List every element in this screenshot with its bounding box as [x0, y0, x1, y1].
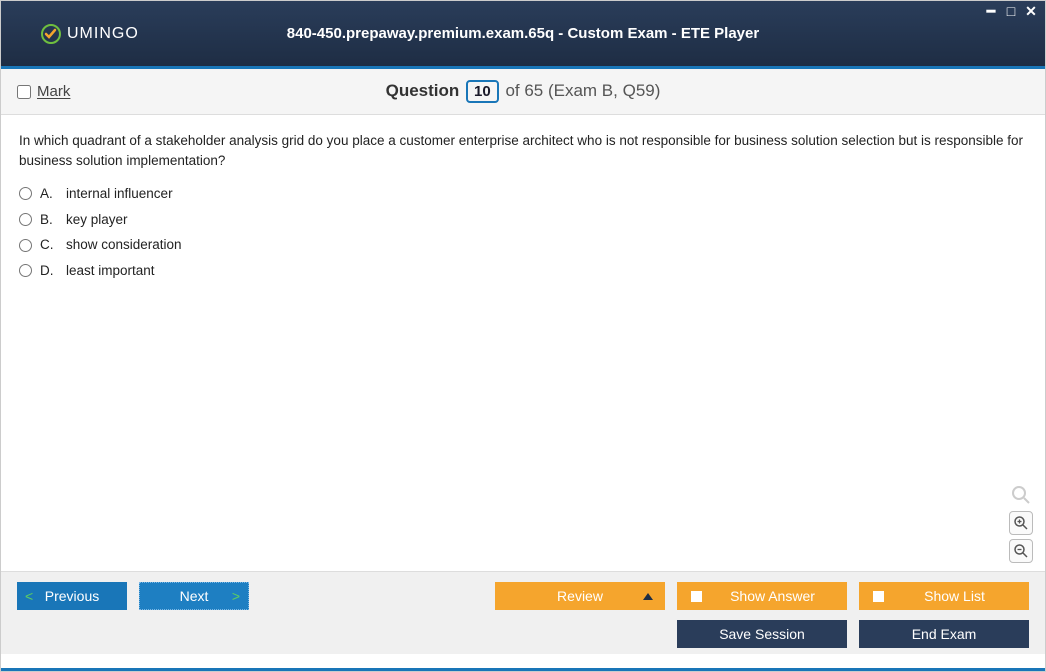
save-session-button[interactable]: Save Session [677, 620, 847, 648]
question-text: In which quadrant of a stakeholder analy… [19, 131, 1027, 170]
chevron-left-icon: < [25, 588, 33, 604]
question-number: 10 [466, 80, 499, 103]
option-b[interactable]: B. key player [19, 210, 1027, 230]
option-c-radio[interactable] [19, 239, 32, 252]
question-of-text: of 65 (Exam B, Q59) [505, 81, 660, 100]
option-a[interactable]: A. internal influencer [19, 184, 1027, 204]
question-indicator: Question 10 of 65 (Exam B, Q59) [1, 80, 1045, 103]
option-text: least important [66, 261, 155, 281]
zoom-controls [1009, 483, 1033, 563]
footer: < Previous Next > Review Show Answer Sho… [1, 571, 1045, 654]
review-button[interactable]: Review [495, 582, 665, 610]
maximize-icon[interactable]: □ [1003, 3, 1019, 20]
window-title: 840-450.prepaway.premium.exam.65q - Cust… [1, 25, 1045, 42]
zoom-out-icon[interactable] [1009, 539, 1033, 563]
option-letter: D. [40, 261, 58, 281]
option-c[interactable]: C. show consideration [19, 235, 1027, 255]
close-icon[interactable]: ✕ [1023, 3, 1039, 20]
option-d-radio[interactable] [19, 264, 32, 277]
next-button[interactable]: Next > [139, 582, 249, 610]
mark-mnemonic: M [37, 83, 50, 100]
option-letter: A. [40, 184, 58, 204]
show-answer-button[interactable]: Show Answer [677, 582, 847, 610]
show-list-button[interactable]: Show List [859, 582, 1029, 610]
footer-row-2: Save Session End Exam [17, 620, 1029, 648]
options-list: A. internal influencer B. key player C. … [19, 184, 1027, 280]
option-letter: C. [40, 235, 58, 255]
title-bar: ━ □ ✕ UMINGO 840-450.prepaway.premium.ex… [1, 1, 1045, 69]
minimize-icon[interactable]: ━ [983, 3, 999, 20]
option-letter: B. [40, 210, 58, 230]
option-text: key player [66, 210, 128, 230]
save-session-label: Save Session [719, 626, 805, 642]
option-a-radio[interactable] [19, 187, 32, 200]
footer-row-1: < Previous Next > Review Show Answer Sho… [17, 582, 1029, 610]
bottom-stripe [1, 668, 1045, 671]
logo-text: UMINGO [67, 25, 139, 43]
mark-checkbox[interactable]: Mark [17, 83, 70, 100]
next-label: Next [180, 588, 209, 604]
option-b-radio[interactable] [19, 213, 32, 226]
checkbox-icon [873, 591, 884, 602]
logo-check-icon [39, 22, 63, 46]
option-text: show consideration [66, 235, 182, 255]
mark-checkbox-input[interactable] [17, 85, 31, 99]
option-d[interactable]: D. least important [19, 261, 1027, 281]
app-logo: UMINGO [39, 22, 139, 46]
option-text: internal influencer [66, 184, 173, 204]
show-list-label: Show List [892, 588, 1017, 604]
review-label: Review [557, 588, 603, 604]
end-exam-button[interactable]: End Exam [859, 620, 1029, 648]
chevron-right-icon: > [232, 588, 240, 604]
previous-button[interactable]: < Previous [17, 582, 127, 610]
content-area: In which quadrant of a stakeholder analy… [1, 115, 1045, 571]
window-controls: ━ □ ✕ [983, 3, 1039, 20]
question-word: Question [386, 81, 460, 100]
end-exam-label: End Exam [912, 626, 977, 642]
mark-rest: ark [50, 83, 71, 100]
show-answer-label: Show Answer [710, 588, 835, 604]
question-header: Mark Question 10 of 65 (Exam B, Q59) [1, 69, 1045, 115]
zoom-in-icon[interactable] [1009, 511, 1033, 535]
previous-label: Previous [45, 588, 99, 604]
checkbox-icon [691, 591, 702, 602]
search-icon[interactable] [1009, 483, 1033, 507]
